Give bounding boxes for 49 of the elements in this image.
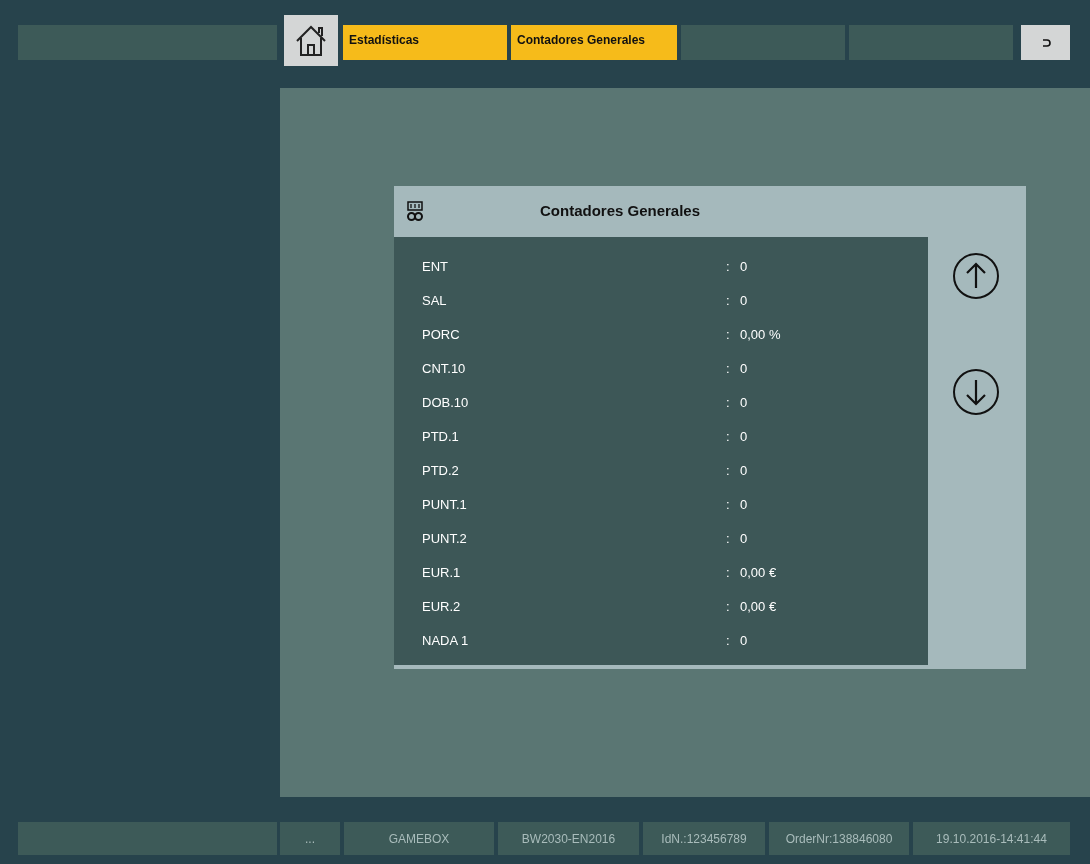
breadcrumb-tab[interactable]: Contadores Generales bbox=[511, 25, 677, 60]
separator-colon: : bbox=[726, 394, 731, 413]
counter-label: EUR.1 bbox=[421, 564, 462, 583]
counter-label: NADA 1 bbox=[421, 632, 470, 651]
separator-colon: : bbox=[726, 428, 731, 447]
separator-colon: : bbox=[726, 598, 731, 617]
counter-label: PORC bbox=[421, 326, 461, 345]
counter-value: 0 bbox=[740, 462, 748, 481]
separator-colon: : bbox=[726, 632, 731, 651]
separator-colon: : bbox=[726, 258, 731, 277]
counter-label: PTD.2 bbox=[421, 462, 460, 481]
home-button[interactable] bbox=[284, 15, 338, 66]
counter-label: DOB.10 bbox=[421, 394, 470, 413]
counter-label: PUNT.1 bbox=[421, 496, 468, 515]
counter-label: CNT.10 bbox=[421, 360, 467, 379]
counter-label: PTD.1 bbox=[421, 428, 460, 447]
counter-value: 0,00 % bbox=[740, 326, 781, 345]
breadcrumb-tab[interactable]: Estadísticas bbox=[343, 25, 507, 60]
scroll-up-button[interactable] bbox=[950, 250, 1002, 302]
separator-colon: : bbox=[726, 462, 731, 481]
separator-colon: : bbox=[726, 530, 731, 549]
counter-label: PUNT.2 bbox=[421, 530, 468, 549]
counter-value: 0 bbox=[740, 428, 748, 447]
separator-colon: : bbox=[726, 496, 731, 515]
counter-label: ENT bbox=[421, 258, 449, 277]
separator-colon: : bbox=[726, 564, 731, 583]
status-field: 19.10.2016-14:41:44 bbox=[913, 822, 1070, 855]
counter-value: 0,00 € bbox=[740, 598, 777, 617]
status-field: BW2030-EN2016 bbox=[498, 822, 639, 855]
counter-value: 0 bbox=[740, 530, 748, 549]
counter-icon bbox=[406, 200, 424, 223]
counter-value: 0,00 € bbox=[740, 564, 777, 583]
scroll-down-button[interactable] bbox=[950, 366, 1002, 418]
counter-value: 0 bbox=[740, 496, 748, 515]
separator-colon: : bbox=[726, 360, 731, 379]
status-field: GAMEBOX bbox=[344, 822, 494, 855]
counter-label: EUR.2 bbox=[421, 598, 462, 617]
counter-value: 0 bbox=[740, 394, 748, 413]
counter-value: 0 bbox=[740, 632, 748, 651]
dialog-title: Contadores Generales bbox=[540, 201, 701, 222]
counter-value: 0 bbox=[740, 360, 748, 379]
separator-colon: : bbox=[726, 292, 731, 311]
counter-value: 0 bbox=[740, 258, 748, 277]
status-field: OrderNr:138846080 bbox=[769, 822, 909, 855]
counter-value: 0 bbox=[740, 292, 748, 311]
separator-colon: : bbox=[726, 326, 731, 345]
status-field: IdN.:123456789 bbox=[643, 822, 765, 855]
status-field: ... bbox=[280, 822, 340, 855]
counter-label: SAL bbox=[421, 292, 448, 311]
